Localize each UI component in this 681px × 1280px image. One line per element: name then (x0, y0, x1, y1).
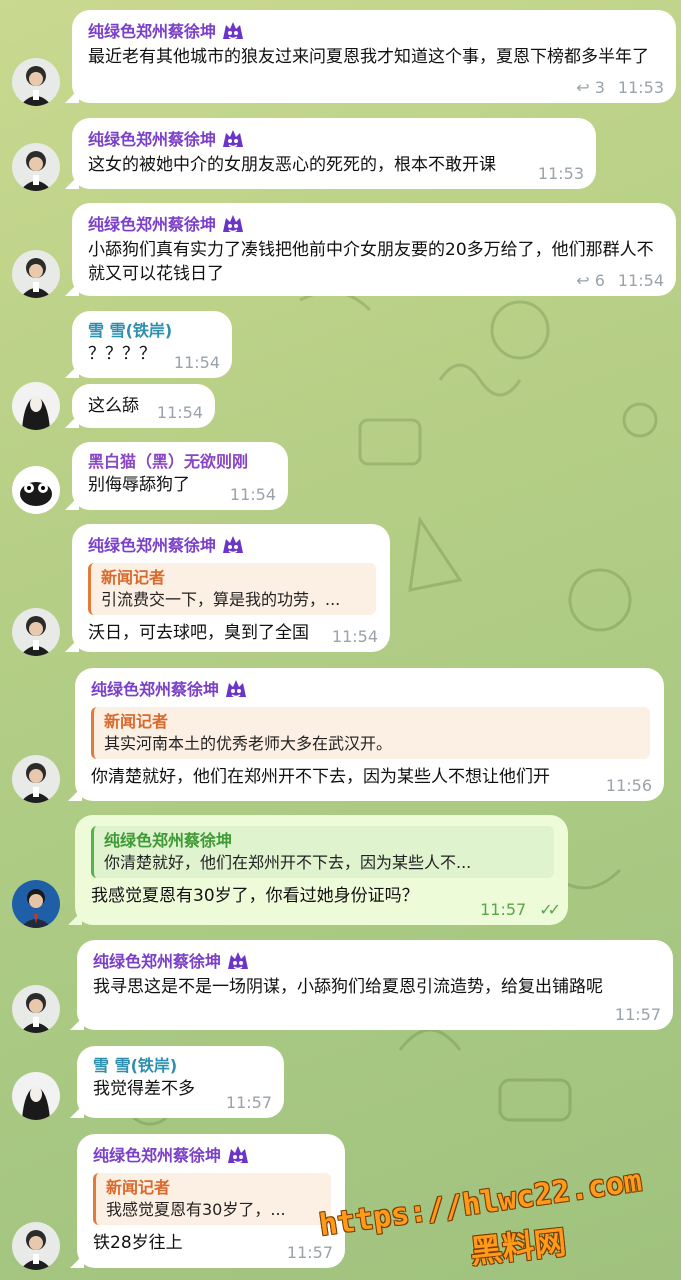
message-time: 11:54 (229, 485, 276, 504)
quote-sender: 新闻记者 (104, 712, 169, 731)
message-text: 这女的被她中介的女朋友恶心的死死的，根本不敢开课 (88, 155, 496, 175)
sender-name[interactable]: 黑白猫（黑）无欲则刚 (88, 451, 274, 473)
reply-count[interactable]: 6 (595, 271, 605, 290)
reply-count[interactable]: 3 (595, 78, 605, 97)
message-time: 11:57 (614, 1005, 661, 1024)
message-meta: 11:54 (332, 627, 378, 646)
quote-text: 引流费交一下，算是我的功劳，... (101, 590, 341, 609)
sender-name[interactable]: 纯绿色郑州蔡徐坤 (93, 949, 659, 975)
message-time: 11:57 (480, 900, 527, 919)
message-time: 11:57 (286, 1243, 333, 1262)
purple-monster-emoji-icon (228, 1146, 249, 1164)
avatar[interactable] (12, 143, 60, 191)
purple-monster-emoji-icon (228, 952, 249, 970)
message-time: 11:53 (617, 78, 664, 97)
purple-monster-emoji-icon (226, 680, 247, 698)
avatar[interactable] (12, 466, 60, 514)
message-bubble[interactable]: 黑白猫（黑）无欲则刚 别侮辱舔狗了 11:54 (72, 442, 288, 510)
purple-monster-emoji-icon (223, 130, 244, 148)
message-time: 11:53 (537, 164, 584, 183)
message-time: 11:57 (225, 1093, 272, 1112)
message-bubble[interactable]: 纯绿色郑州蔡徐坤 这女的被她中介的女朋友恶心的死死的，根本不敢开课 11:53 (72, 118, 596, 189)
avatar[interactable] (12, 250, 60, 298)
avatar[interactable] (12, 58, 60, 106)
message-meta: 11:57 (287, 1243, 333, 1262)
message-meta: 11:53 (538, 164, 584, 183)
message-meta: 11:57 (226, 1093, 272, 1112)
purple-monster-emoji-icon (223, 215, 244, 233)
message-bubble[interactable]: 纯绿色郑州蔡徐坤 新闻记者 其实河南本土的优秀老师大多在武汉开。 你清楚就好，他… (75, 668, 664, 801)
quote-sender: 纯绿色郑州蔡徐坤 (104, 831, 233, 850)
message-meta: 11:57 (615, 1005, 661, 1024)
sender-name[interactable]: 雪 雪(铁岸) (93, 1055, 270, 1077)
message-time: 11:56 (605, 776, 652, 795)
message-bubble[interactable]: 纯绿色郑州蔡徐坤 我寻思这是不是一场阴谋，小舔狗们给夏恩引流造势，给复出铺路呢 … (77, 940, 673, 1030)
sender-name[interactable]: 纯绿色郑州蔡徐坤 (88, 533, 376, 559)
sender-name[interactable]: 纯绿色郑州蔡徐坤 (91, 677, 650, 703)
message-bubble[interactable]: 这么舔 11:54 (72, 384, 215, 428)
avatar[interactable] (12, 1072, 60, 1120)
message-bubble-outgoing[interactable]: 纯绿色郑州蔡徐坤 你清楚就好，他们在郑州开不下去，因为某些人不... 我感觉夏恩… (75, 815, 568, 925)
message-bubble[interactable]: 纯绿色郑州蔡徐坤 新闻记者 引流费交一下，算是我的功劳，... 沃日，可去球吧，… (72, 524, 390, 652)
avatar[interactable] (12, 880, 60, 928)
avatar[interactable] (12, 1222, 60, 1270)
avatar[interactable] (12, 985, 60, 1033)
avatar[interactable] (12, 608, 60, 656)
quote-text: 你清楚就好，他们在郑州开不下去，因为某些人不... (104, 853, 472, 872)
message-meta: ↩ 3 11:53 (576, 78, 664, 97)
message-time: 11:54 (331, 627, 378, 646)
message-meta: 11:57 ✓✓ (480, 900, 561, 919)
sender-name[interactable]: 纯绿色郑州蔡徐坤 (88, 127, 582, 153)
message-text: 我寻思这是不是一场阴谋，小舔狗们给夏恩引流造势，给复出铺路呢 (93, 977, 603, 997)
reply-quote[interactable]: 新闻记者 我感觉夏恩有30岁了，... (93, 1173, 331, 1225)
quote-sender: 新闻记者 (106, 1178, 171, 1197)
quote-text: 其实河南本土的优秀老师大多在武汉开。 (104, 734, 393, 753)
quote-text: 我感觉夏恩有30岁了，... (106, 1200, 286, 1219)
purple-monster-emoji-icon (223, 536, 244, 554)
message-meta: 11:54 (174, 353, 220, 372)
read-checkmarks-icon: ✓✓ (539, 900, 561, 919)
message-text: 最近老有其他城市的狼友过来问夏恩我才知道这个事，夏恩下榜都多半年了 (88, 47, 649, 67)
message-meta: 11:54 (230, 485, 276, 504)
message-meta: 11:54 (157, 403, 203, 422)
quote-sender: 新闻记者 (101, 568, 166, 587)
avatar[interactable] (12, 382, 60, 430)
reply-quote[interactable]: 新闻记者 引流费交一下，算是我的功劳，... (88, 563, 376, 615)
sender-name[interactable]: 雪 雪(铁岸) (88, 320, 218, 342)
message-bubble[interactable]: 雪 雪(铁岸) 我觉得差不多 11:57 (77, 1046, 284, 1118)
message-time: 11:54 (156, 403, 203, 422)
sender-name[interactable]: 纯绿色郑州蔡徐坤 (93, 1143, 331, 1169)
message-bubble[interactable]: 纯绿色郑州蔡徐坤 小舔狗们真有实力了凑钱把他前中介女朋友要的20多万给了，他们那… (72, 203, 676, 296)
sender-name[interactable]: 纯绿色郑州蔡徐坤 (88, 19, 662, 45)
reply-arrow-icon: ↩ (576, 271, 590, 290)
message-text: 你清楚就好，他们在郑州开不下去，因为某些人不想让他们开 (91, 767, 550, 787)
reply-quote[interactable]: 纯绿色郑州蔡徐坤 你清楚就好，他们在郑州开不下去，因为某些人不... (91, 826, 554, 878)
message-bubble[interactable]: 纯绿色郑州蔡徐坤 新闻记者 我感觉夏恩有30岁了，... 铁28岁往上 11:5… (77, 1134, 345, 1268)
reply-arrow-icon: ↩ (576, 78, 590, 97)
message-bubble[interactable]: 纯绿色郑州蔡徐坤 最近老有其他城市的狼友过来问夏恩我才知道这个事，夏恩下榜都多半… (72, 10, 676, 103)
message-time: 11:54 (617, 271, 664, 290)
avatar[interactable] (12, 755, 60, 803)
sender-name[interactable]: 纯绿色郑州蔡徐坤 (88, 212, 662, 238)
message-bubble[interactable]: 雪 雪(铁岸) ？？？？ 11:54 (72, 311, 232, 378)
message-meta: ↩ 6 11:54 (576, 271, 664, 290)
message-meta: 11:56 (606, 776, 652, 795)
reply-quote[interactable]: 新闻记者 其实河南本土的优秀老师大多在武汉开。 (91, 707, 650, 759)
purple-monster-emoji-icon (223, 22, 244, 40)
message-time: 11:54 (173, 353, 220, 372)
